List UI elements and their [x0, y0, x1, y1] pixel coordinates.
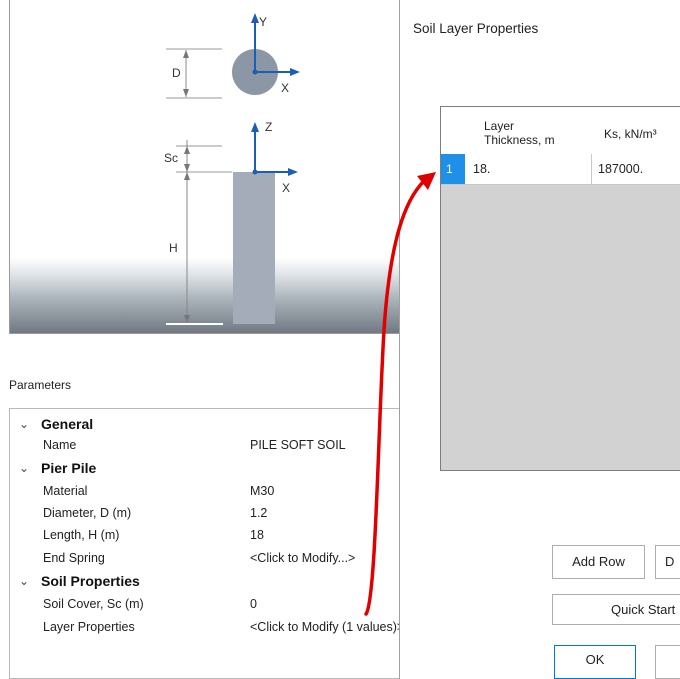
- soil-layer-table[interactable]: Layer Thickness, m Ks, kN/m³ 1 18. 18700…: [440, 106, 680, 471]
- property-grid[interactable]: ⌄ General Name PILE SOFT SOIL ⌄ Pier Pil…: [9, 408, 404, 679]
- property-value[interactable]: PILE SOFT SOIL: [250, 437, 346, 454]
- column-header-ks[interactable]: Ks, kN/m³: [604, 127, 657, 141]
- pile-diagram-drawing: [166, 13, 300, 325]
- cancel-button-partial[interactable]: [655, 645, 680, 679]
- dim-sc-label: Sc: [164, 151, 179, 165]
- pile-body: [233, 172, 275, 324]
- add-row-button[interactable]: Add Row: [552, 545, 645, 579]
- axis-x-label-lower: X: [282, 181, 291, 195]
- cell-thickness[interactable]: 18.: [473, 154, 490, 184]
- property-label: Layer Properties: [43, 620, 135, 634]
- property-row-diameter[interactable]: Diameter, D (m) 1.2: [10, 505, 404, 522]
- property-row-name[interactable]: Name PILE SOFT SOIL: [10, 437, 404, 454]
- axis-x-label: X: [281, 81, 290, 95]
- category-soil-properties[interactable]: ⌄ Soil Properties: [10, 573, 404, 590]
- property-row-soil-cover[interactable]: Soil Cover, Sc (m) 0: [10, 596, 404, 613]
- category-label: Pier Pile: [41, 460, 97, 476]
- category-label: General: [41, 416, 94, 432]
- property-value[interactable]: <Click to Modify (1 values)>: [250, 619, 404, 636]
- category-pier-pile[interactable]: ⌄ Pier Pile: [10, 460, 404, 477]
- chevron-down-icon[interactable]: ⌄: [18, 416, 30, 433]
- property-row-layer-properties[interactable]: Layer Properties <Click to Modify (1 val…: [10, 619, 404, 636]
- category-label: Soil Properties: [41, 573, 140, 589]
- property-value[interactable]: 18: [250, 527, 264, 544]
- axis-z-label: Z: [265, 120, 273, 134]
- property-row-material[interactable]: Material M30: [10, 483, 404, 500]
- property-row-length[interactable]: Length, H (m) 18: [10, 527, 404, 544]
- property-value[interactable]: 1.2: [250, 505, 267, 522]
- property-value[interactable]: M30: [250, 483, 274, 500]
- property-label: Material: [43, 484, 88, 498]
- property-label: Diameter, D (m): [43, 506, 132, 520]
- category-general[interactable]: ⌄ General: [10, 416, 404, 433]
- property-row-end-spring[interactable]: End Spring <Click to Modify...>: [10, 550, 404, 567]
- table-header: Layer Thickness, m Ks, kN/m³: [441, 107, 680, 155]
- row-header[interactable]: 1: [441, 154, 465, 184]
- table-row[interactable]: 1 18. 187000.: [441, 154, 680, 185]
- property-value[interactable]: <Click to Modify...>: [250, 550, 355, 567]
- property-value[interactable]: 0: [250, 596, 257, 613]
- soil-layer-properties-dialog: Soil Layer Properties Layer Thickness, m…: [399, 0, 680, 679]
- quick-start-button[interactable]: Quick Start: [552, 594, 680, 625]
- pile-diagram-panel: Y X D Z X Sc H: [9, 0, 404, 334]
- property-label: Length, H (m): [43, 528, 120, 542]
- column-header-line: Thickness, m: [484, 133, 555, 147]
- dim-h-label: H: [169, 241, 178, 255]
- axis-y-label: Y: [259, 15, 268, 29]
- property-label: Soil Cover, Sc (m): [43, 597, 144, 611]
- property-label: Name: [43, 438, 77, 452]
- dim-d-label: D: [172, 66, 181, 80]
- parameters-title: Parameters: [9, 378, 72, 392]
- delete-row-button[interactable]: D: [655, 545, 680, 579]
- column-divider: [591, 154, 592, 184]
- cell-ks[interactable]: 187000.: [598, 154, 643, 184]
- dialog-title: Soil Layer Properties: [413, 21, 539, 36]
- property-label: End Spring: [43, 551, 105, 565]
- chevron-down-icon[interactable]: ⌄: [18, 573, 30, 590]
- column-header-thickness[interactable]: Layer Thickness, m: [484, 119, 555, 147]
- chevron-down-icon[interactable]: ⌄: [18, 460, 30, 477]
- column-header-line: Layer: [484, 119, 515, 133]
- ok-button[interactable]: OK: [554, 645, 636, 679]
